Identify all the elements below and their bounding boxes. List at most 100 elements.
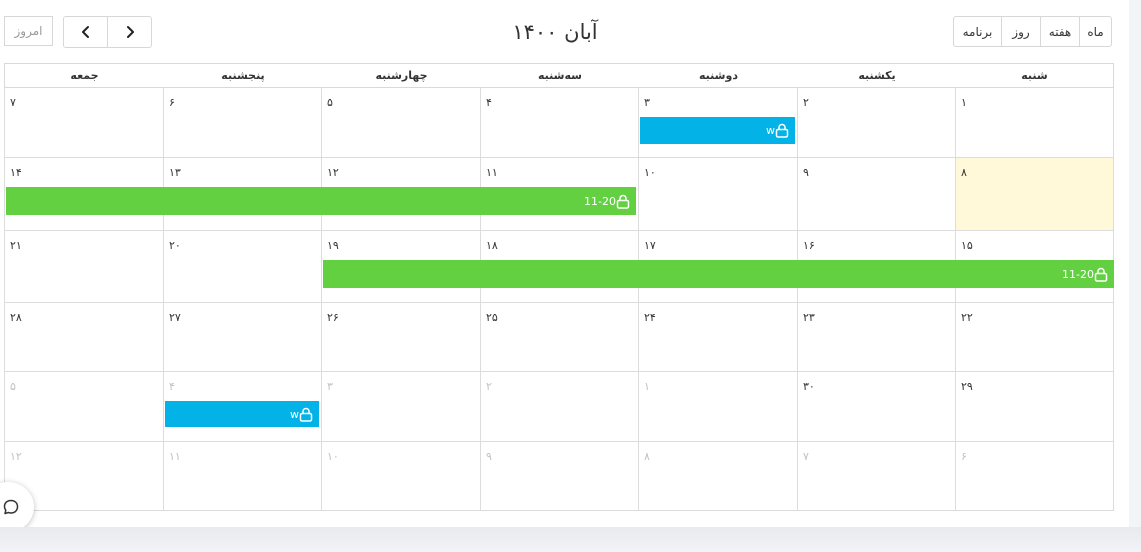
day-cell[interactable]: ۷ <box>4 88 163 158</box>
day-cell[interactable]: ۸ <box>955 158 1114 231</box>
calendar-card: امروز آبان ۱۴۰۰ برنامه روز هفته ماه شنبه… <box>0 0 1129 532</box>
day-number: ۲۴ <box>644 311 656 324</box>
day-cell[interactable]: ۹ <box>480 442 638 511</box>
agenda-view-button[interactable]: برنامه <box>953 16 1002 47</box>
weekday-header: دوشنبه <box>638 63 798 88</box>
calendar-event[interactable]: w <box>640 117 795 144</box>
day-cell[interactable]: ۲۰ <box>163 231 321 303</box>
next-month-button[interactable] <box>107 16 152 48</box>
day-cell[interactable]: ۲ <box>480 372 638 442</box>
week-view-button[interactable]: هفته <box>1040 16 1080 47</box>
day-number: ۶ <box>961 450 967 463</box>
weekday-header: جمعه <box>4 63 164 88</box>
day-number: ۲۷ <box>169 311 181 324</box>
day-number: ۱۲ <box>10 450 22 463</box>
month-view-button[interactable]: ماه <box>1079 16 1112 47</box>
day-number: ۵ <box>327 96 333 109</box>
day-cell[interactable]: ۱ <box>638 372 797 442</box>
day-cell[interactable]: ۲۶ <box>321 303 480 372</box>
calendar-event[interactable]: 11-20 <box>6 187 636 215</box>
day-number: ۷ <box>10 96 16 109</box>
day-cell[interactable]: ۳ <box>321 372 480 442</box>
day-number: ۳ <box>644 96 650 109</box>
day-cell[interactable]: ۶ <box>163 88 321 158</box>
day-cell[interactable]: ۲۸ <box>4 303 163 372</box>
day-cell[interactable]: ۳۰ <box>797 372 955 442</box>
day-cell[interactable]: ۲۱ <box>4 231 163 303</box>
day-number: ۹ <box>486 450 492 463</box>
day-number: ۷ <box>803 450 809 463</box>
day-cell[interactable]: ۲۵ <box>480 303 638 372</box>
day-cell[interactable]: ۵ <box>321 88 480 158</box>
chevron-right-icon <box>126 26 134 38</box>
day-cell[interactable]: ۲۹ <box>955 372 1114 442</box>
lock-icon <box>616 194 630 209</box>
today-button[interactable]: امروز <box>4 16 53 46</box>
day-cell[interactable]: ۲۷ <box>163 303 321 372</box>
month-title: آبان ۱۴۰۰ <box>512 20 598 44</box>
day-cell[interactable]: ۱۰ <box>321 442 480 511</box>
day-number: ۸ <box>961 166 967 179</box>
day-cell[interactable]: ۲۲ <box>955 303 1114 372</box>
day-number: ۱ <box>961 96 967 109</box>
day-cell[interactable]: ۲۳ <box>797 303 955 372</box>
calendar-event[interactable]: w <box>165 401 319 427</box>
day-number: ۶ <box>169 96 175 109</box>
day-number: ۲۸ <box>10 311 22 324</box>
day-number: ۱۶ <box>803 239 815 252</box>
day-number: ۴ <box>169 380 175 393</box>
day-number: ۲۹ <box>961 380 973 393</box>
day-number: ۴ <box>486 96 492 109</box>
day-number: ۱۷ <box>644 239 656 252</box>
day-number: ۲۵ <box>486 311 498 324</box>
day-number: ۸ <box>644 450 650 463</box>
weekday-header: شنبه <box>955 63 1114 88</box>
day-cell[interactable]: ۵ <box>4 372 163 442</box>
weekday-header-row: شنبه یکشنبه دوشنبه سه‌شنبه چهارشنبه پنجشنبه جم… <box>4 63 1114 88</box>
day-cell[interactable]: ۲ <box>797 88 955 158</box>
lock-icon <box>1094 267 1108 282</box>
day-number: ۳۰ <box>803 380 815 393</box>
day-cell[interactable]: ۱۱ <box>163 442 321 511</box>
day-number: ۹ <box>803 166 809 179</box>
day-number: ۱۸ <box>486 239 498 252</box>
day-number: ۱۱ <box>486 166 498 179</box>
day-cell[interactable]: ۲۴ <box>638 303 797 372</box>
chat-bubble-icon <box>3 499 19 515</box>
event-label: 11-20 <box>1062 267 1094 281</box>
view-switcher: برنامه روز هفته ماه <box>953 16 1112 47</box>
event-label: w <box>766 124 775 137</box>
lock-icon <box>299 407 313 422</box>
day-number: ۲۶ <box>327 311 339 324</box>
day-number: ۱۱ <box>169 450 181 463</box>
weekday-header: سه‌شنبه <box>480 63 639 88</box>
day-cell[interactable]: ۹ <box>797 158 955 231</box>
calendar-event[interactable]: 11-20 <box>323 260 1114 288</box>
day-number: ۳ <box>327 380 333 393</box>
day-number: ۱۹ <box>327 239 339 252</box>
day-number: ۱ <box>644 380 650 393</box>
scroll-gutter <box>1129 0 1141 527</box>
day-cell[interactable]: ۱ <box>955 88 1114 158</box>
day-number: ۱۵ <box>961 239 973 252</box>
day-number: ۲ <box>486 380 492 393</box>
day-cell[interactable]: ۱۰ <box>638 158 797 231</box>
day-number: ۱۴ <box>10 166 22 179</box>
weekday-header: چهارشنبه <box>321 63 481 88</box>
page-footer-area <box>0 527 1141 552</box>
day-cell[interactable]: ۴ <box>480 88 638 158</box>
day-cell[interactable]: ۶ <box>955 442 1114 511</box>
day-number: ۲۰ <box>169 239 181 252</box>
prev-month-button[interactable] <box>63 16 108 48</box>
lock-icon <box>775 123 789 138</box>
event-label: w <box>290 407 299 421</box>
day-cell[interactable]: ۷ <box>797 442 955 511</box>
day-number: ۱۲ <box>327 166 339 179</box>
day-number: ۲۲ <box>961 311 973 324</box>
day-number: ۲ <box>803 96 809 109</box>
day-view-button[interactable]: روز <box>1001 16 1041 47</box>
weekday-header: پنجشنبه <box>163 63 322 88</box>
day-number: ۱۰ <box>327 450 339 463</box>
chevron-left-icon <box>81 26 89 38</box>
day-cell[interactable]: ۸ <box>638 442 797 511</box>
